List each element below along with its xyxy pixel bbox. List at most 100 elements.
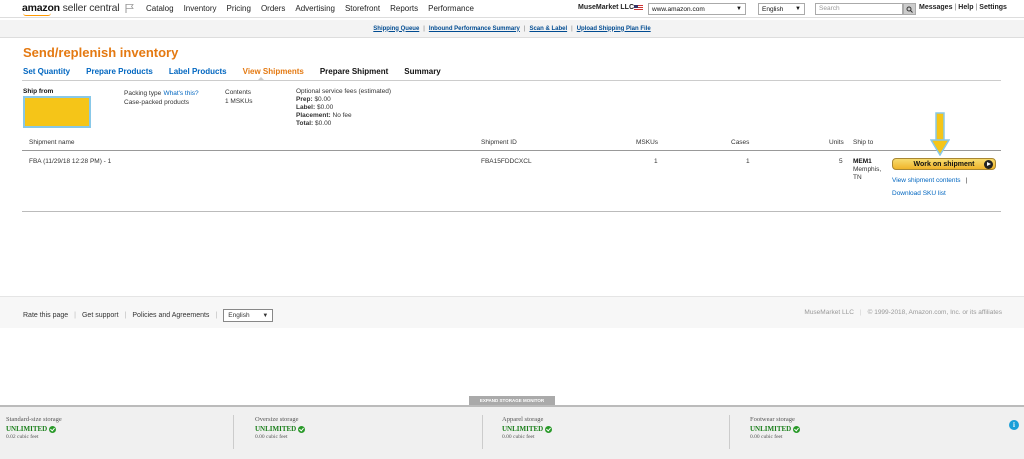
top-links: Messages | Help | Settings <box>919 4 1007 11</box>
caret-down-icon: ▼ <box>736 6 742 12</box>
search-button[interactable] <box>903 3 916 15</box>
table-bottom-divider <box>22 211 1001 212</box>
mskus-cell: 1 <box>654 158 658 165</box>
info-icon[interactable]: i <box>1009 420 1019 430</box>
workflow-steps: Set Quantity Prepare Products Label Prod… <box>23 67 457 76</box>
us-flag-icon <box>634 5 643 11</box>
download-sku-list-link[interactable]: Download SKU list <box>892 190 946 197</box>
nav-pricing[interactable]: Pricing <box>226 4 250 13</box>
footer-language-value: English <box>228 312 250 319</box>
step-prepare-products[interactable]: Prepare Products <box>86 67 153 76</box>
check-icon <box>793 425 801 433</box>
page-title: Send/replenish inventory <box>23 45 179 60</box>
col-ship-to: Ship to <box>853 139 874 146</box>
contents-label: Contents <box>225 89 252 96</box>
storage-value: UNLIMITED <box>750 425 792 433</box>
storage-usage: 0.02 cubic feet <box>6 434 39 440</box>
storage-name: Apparel storage <box>502 416 544 423</box>
storage-name: Footwear storage <box>750 416 795 423</box>
storage-value: UNLIMITED <box>255 425 297 433</box>
shipment-name-cell: FBA (11/29/18 12:28 PM) - 1 <box>29 158 112 165</box>
footwear-storage: Footwear storage UNLIMITED 0.00 cubic fe… <box>750 416 801 440</box>
units-cell: 5 <box>839 158 843 165</box>
placement-label: Placement: <box>296 112 331 119</box>
col-mskus: MSKUs <box>636 139 659 146</box>
ship-from-address-redacted <box>23 96 91 128</box>
logo-text-light: seller central <box>62 2 120 14</box>
view-shipment-contents-link[interactable]: View shipment contents <box>892 177 961 184</box>
storage-usage: 0.00 cubic feet <box>750 434 783 440</box>
search-input[interactable]: Search <box>815 3 903 15</box>
check-icon <box>298 425 306 433</box>
inbound-performance-link[interactable]: Inbound Performance Summary <box>429 26 520 32</box>
caret-down-icon: ▼ <box>262 312 269 319</box>
work-on-shipment-button[interactable]: Work on shipment <box>892 158 996 170</box>
label-fee-label: Label: <box>296 104 316 111</box>
nav-performance[interactable]: Performance <box>428 4 474 13</box>
storage-monitor: Standard-size storage UNLIMITED 0.02 cub… <box>0 405 1024 459</box>
packing-type-label: Packing type <box>124 90 162 97</box>
scan-label-link[interactable]: Scan & Label <box>529 26 567 32</box>
marketplace-select[interactable]: www.amazon.com ▼ <box>648 3 746 15</box>
step-set-quantity[interactable]: Set Quantity <box>23 67 70 76</box>
copyright: © 1999-2018, Amazon.com, Inc. or its aff… <box>867 309 1002 316</box>
policies-link[interactable]: Policies and Agreements <box>132 312 209 319</box>
nav-catalog[interactable]: Catalog <box>146 4 174 13</box>
step-prepare-shipment: Prepare Shipment <box>319 67 389 76</box>
language-select[interactable]: English ▼ <box>758 3 805 15</box>
rate-page-link[interactable]: Rate this page <box>23 312 68 319</box>
cases-cell: 1 <box>746 158 750 165</box>
flag-icon[interactable] <box>124 3 135 14</box>
get-support-link[interactable]: Get support <box>82 312 119 319</box>
storage-usage: 0.00 cubic feet <box>502 434 535 440</box>
active-step-pointer <box>257 77 265 81</box>
play-icon <box>984 160 993 169</box>
logo-smile-icon <box>23 13 51 16</box>
work-on-shipment-label: Work on shipment <box>913 160 975 168</box>
label-fee-value: $0.00 <box>316 104 334 111</box>
footer-language-select[interactable]: English ▼ <box>223 309 274 322</box>
sub-nav: Shipping Queue | Inbound Performance Sum… <box>0 20 1024 38</box>
contents: Contents 1 MSKUs <box>225 88 252 106</box>
nav-inventory[interactable]: Inventory <box>184 4 217 13</box>
table-header-divider <box>22 150 1001 151</box>
check-icon <box>49 425 57 433</box>
storage-usage: 0.00 cubic feet <box>255 434 288 440</box>
col-units: Units <box>829 139 844 146</box>
step-view-shipments[interactable]: View Shipments <box>243 67 304 76</box>
storage-divider <box>729 415 730 449</box>
messages-link[interactable]: Messages <box>919 4 952 11</box>
col-shipment-name: Shipment name <box>29 139 75 146</box>
caret-down-icon: ▼ <box>795 6 801 12</box>
storage-value: UNLIMITED <box>502 425 544 433</box>
shipping-queue-link[interactable]: Shipping Queue <box>373 26 419 32</box>
col-cases: Cases <box>731 139 750 146</box>
contents-value: 1 MSKUs <box>225 98 253 105</box>
nav-reports[interactable]: Reports <box>390 4 418 13</box>
standard-storage: Standard-size storage UNLIMITED 0.02 cub… <box>6 416 62 440</box>
settings-link[interactable]: Settings <box>979 4 1007 11</box>
step-label-products[interactable]: Label Products <box>169 67 227 76</box>
storage-name: Standard-size storage <box>6 416 62 423</box>
storage-value: UNLIMITED <box>6 425 48 433</box>
nav-storefront[interactable]: Storefront <box>345 4 380 13</box>
ship-to-cell: MEM1 Memphis, TN <box>853 158 881 182</box>
view-contents-row: View shipment contents | <box>892 177 968 184</box>
prep-label: Prep: <box>296 96 313 103</box>
footer-merchant: MuseMarket LLC <box>804 309 854 316</box>
footer: Rate this page | Get support | Policies an… <box>0 296 1024 328</box>
help-link[interactable]: Help <box>958 4 973 11</box>
nav-advertising[interactable]: Advertising <box>295 4 335 13</box>
oversize-storage: Oversize storage UNLIMITED 0.00 cubic fe… <box>255 416 306 440</box>
expand-storage-monitor-tab[interactable]: EXPAND STORAGE MONITOR <box>469 396 555 405</box>
marketplace-value: www.amazon.com <box>652 5 705 13</box>
whats-this-link[interactable]: What's this? <box>163 90 198 97</box>
nav-orders[interactable]: Orders <box>261 4 285 13</box>
search-icon <box>906 6 913 13</box>
upload-shipping-plan-link[interactable]: Upload Shipping Plan File <box>577 26 651 32</box>
main-nav: Catalog Inventory Pricing Orders Adverti… <box>146 4 484 13</box>
shipment-id-cell: FBA15FDDCXCL <box>481 158 532 165</box>
apparel-storage: Apparel storage UNLIMITED 0.00 cubic fee… <box>502 416 553 440</box>
storage-divider <box>233 415 234 449</box>
prep-value: $0.00 <box>314 96 331 103</box>
